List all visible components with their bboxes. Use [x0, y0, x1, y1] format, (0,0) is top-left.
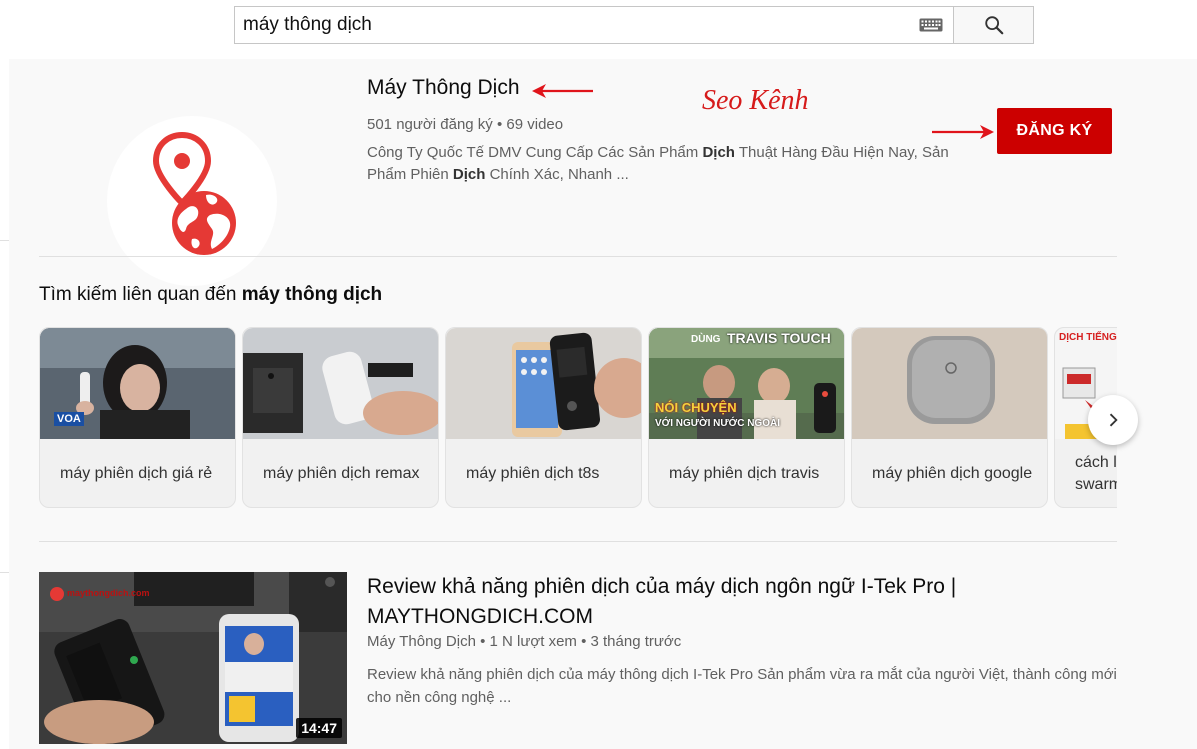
search-bar — [234, 6, 1034, 44]
channel-description: Công Ty Quốc Tế DMV Cung Cấp Các Sản Phẩ… — [367, 142, 987, 186]
chevron-right-icon — [1109, 413, 1118, 427]
left-edge-divider — [0, 572, 9, 573]
related-title-query: máy thông dịch — [241, 284, 383, 305]
related-title-prefix: Tìm kiếm liên quan đến — [39, 284, 242, 305]
search-button[interactable] — [953, 6, 1034, 44]
related-cards-row: VOA máy phiên dịch giá rẻ máy phiên dịch… — [39, 327, 1117, 508]
left-arrow-annotation-icon — [532, 84, 593, 98]
video-meta: Máy Thông Dịch • 1 N lượt xem • 3 tháng … — [367, 633, 682, 650]
section-divider — [39, 256, 1117, 257]
subscribe-button[interactable]: ĐĂNG KÝ — [997, 108, 1112, 154]
related-searches-title: Tìm kiếm liên quan đến máy thông dịch — [39, 284, 382, 306]
video-duration: 14:47 — [296, 718, 342, 738]
card-label: máy phiên dịch giá rẻ — [60, 465, 213, 482]
left-edge-divider — [0, 240, 9, 241]
card-thumbnail: VOA — [40, 328, 235, 439]
related-card-5[interactable]: máy phiên dịch google — [851, 327, 1048, 508]
right-arrow-annotation-icon — [932, 125, 994, 139]
thumb-mid-text: NÓI CHUYỆN — [655, 400, 737, 415]
desc-text: Thuật Hàng Đầu Hiện Nay, Sản — [734, 144, 949, 161]
desc-highlight: Dịch — [452, 166, 486, 183]
video-thumbnail[interactable]: maythongdich.com 14:47 — [39, 572, 347, 744]
desc-text: Chính Xác, Nhanh ... — [485, 166, 629, 183]
related-card-3[interactable]: máy phiên dịch t8s — [445, 327, 642, 508]
thumb-top-text: TRAVIS TOUCH — [727, 330, 831, 346]
related-card-2[interactable]: máy phiên dịch remax — [242, 327, 439, 508]
card-label: máy phiên dịch t8s — [466, 465, 600, 482]
thumb-sub-text: VỚI NGƯỜI NƯỚC NGOÀI — [655, 418, 780, 429]
seo-annotation-label: Seo Kênh — [702, 85, 809, 116]
search-input[interactable] — [243, 10, 913, 40]
channel-title[interactable]: Máy Thông Dịch — [367, 76, 520, 100]
carousel-next-button[interactable] — [1088, 395, 1138, 445]
card-label: cách l swarm — [1075, 454, 1117, 493]
video-description: Review khả năng phiên dịch của máy thông… — [367, 666, 1117, 706]
card-label: máy phiên dịch google — [872, 465, 1033, 482]
desc-text: Công Ty Quốc Tế DMV Cung Cấp Các Sản Phẩ… — [367, 144, 703, 161]
related-card-1[interactable]: VOA máy phiên dịch giá rẻ — [39, 327, 236, 508]
search-box[interactable] — [234, 6, 953, 44]
desc-text: Phẩm Phiên — [367, 166, 453, 183]
card-label: máy phiên dịch remax — [263, 465, 420, 482]
video-title[interactable]: Review khả năng phiên dịch của máy dịch … — [367, 572, 1127, 632]
card-thumbnail — [243, 328, 438, 439]
card-thumbnail — [852, 328, 1047, 439]
card-thumbnail: DÙNG TRAVIS TOUCH NÓI CHUYỆN VỚI NGƯỜI N… — [649, 328, 844, 439]
channel-avatar[interactable] — [107, 116, 277, 286]
card-label: máy phiên dịch travis — [669, 465, 820, 482]
thumb-dung-text: DÙNG — [691, 334, 721, 345]
desc-highlight: Dịch — [702, 144, 735, 161]
section-divider — [39, 541, 1117, 542]
keyboard-icon[interactable] — [919, 18, 943, 32]
channel-meta: 501 người đăng ký • 69 video — [367, 116, 564, 133]
related-card-4[interactable]: DÙNG TRAVIS TOUCH NÓI CHUYỆN VỚI NGƯỜI N… — [648, 327, 845, 508]
card-thumbnail — [446, 328, 641, 439]
thumb-top-text: DỊCH TIẾNG NGƯỜ — [1059, 332, 1117, 343]
globe-pin-logo-icon — [152, 131, 236, 255]
search-icon — [984, 16, 1003, 35]
thumb-brand-text: maythongdich.com — [67, 588, 150, 598]
voa-badge: VOA — [54, 412, 84, 426]
